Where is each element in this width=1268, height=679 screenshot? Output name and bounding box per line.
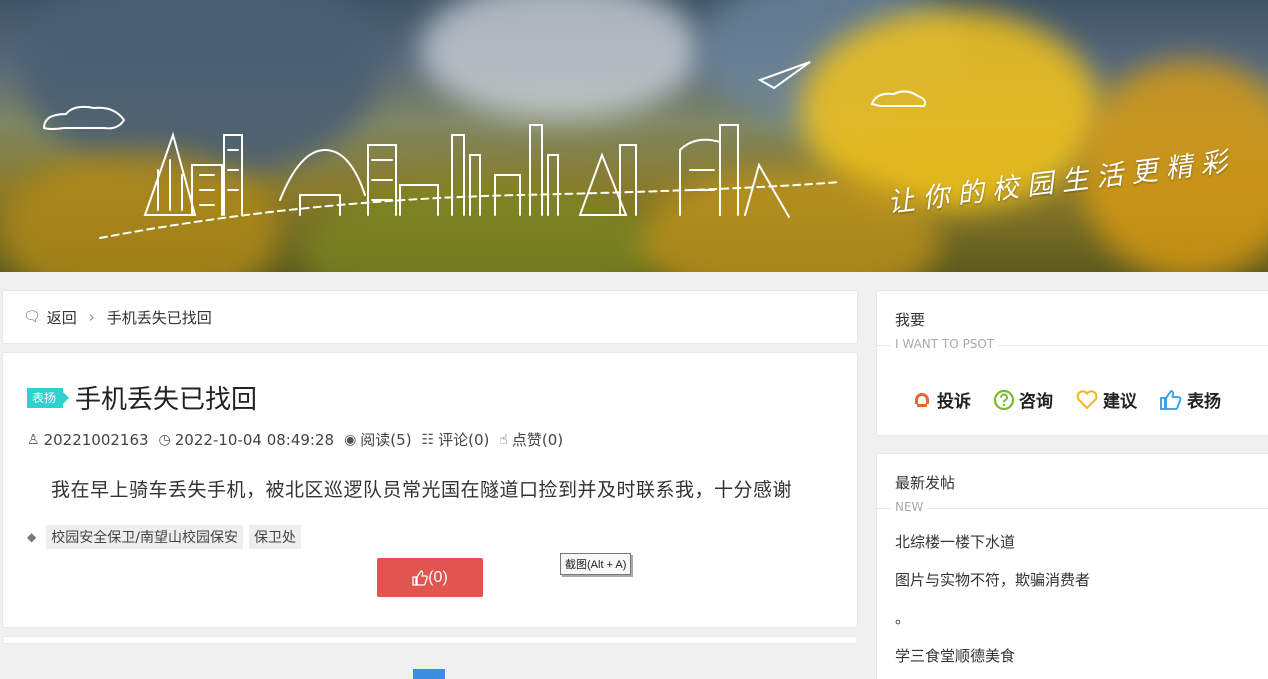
chat-bubble-icon: 🗨︎: [23, 309, 41, 325]
consult-button[interactable]: 咨询: [993, 387, 1053, 412]
pagination-current[interactable]: [413, 669, 445, 679]
post-meta: ♙ 20221002163 ◷ 2022-10-04 08:49:28 ◉ 阅读(5)…: [27, 429, 563, 450]
praise-button[interactable]: 表扬: [1159, 387, 1221, 412]
list-item[interactable]: 学三食堂顺德美食: [895, 646, 1090, 679]
heart-icon: [1076, 389, 1098, 409]
list-item[interactable]: 。: [895, 608, 1090, 646]
panel-subtitle: NEW: [891, 500, 928, 514]
want-to-post-panel: 我要 I WANT TO PSOT 投诉 咨询 建议 表扬: [876, 290, 1268, 436]
thumbs-up-icon: [1160, 389, 1182, 410]
tag-item[interactable]: 校园安全保卫/南望山校园保安: [46, 525, 243, 549]
panel-title: 最新发帖: [895, 474, 956, 492]
list-item[interactable]: 北综楼一楼下水道: [895, 532, 1090, 570]
suggest-button[interactable]: 建议: [1075, 387, 1137, 412]
question-icon: [993, 389, 1015, 410]
post-card: 表扬 手机丢失已找回 ♙ 20221002163 ◷ 2022-10-04 08:4…: [2, 352, 858, 628]
post-title-row: 表扬 手机丢失已找回: [27, 379, 257, 416]
complaint-icon: [915, 392, 929, 407]
post-content: 我在早上骑车丢失手机，被北区巡逻队员常光国在隧道口捡到并及时联系我，十分感谢: [51, 479, 793, 501]
post-tags: ◆ 校园安全保卫/南望山校园保安 保卫处: [27, 525, 301, 549]
like-count: (0): [428, 568, 448, 586]
panel-subtitle: I WANT TO PSOT: [891, 337, 999, 351]
post-comments[interactable]: 评论(0): [438, 429, 489, 450]
clock-icon: ◷: [158, 431, 171, 448]
breadcrumb: 🗨︎ 返回 › 手机丢失已找回: [2, 290, 858, 344]
city-sketch-illustration: [42, 61, 927, 239]
post-type-badge: 表扬: [27, 387, 70, 408]
panel-title: 我要: [895, 311, 926, 329]
post-reads: 阅读(5): [360, 431, 412, 449]
post-likes[interactable]: 点赞(0): [512, 429, 563, 450]
tag-item[interactable]: 保卫处: [248, 525, 301, 549]
eye-icon: ◉: [344, 431, 357, 448]
header-banner: 让你的校园生活更精彩: [0, 0, 1268, 272]
user-icon: ♙: [27, 431, 40, 448]
back-link[interactable]: 返回: [47, 307, 77, 328]
screenshot-tooltip: 截图(Alt + A): [560, 553, 632, 575]
complaint-button[interactable]: 投诉: [911, 387, 971, 412]
post-author: 20221002163: [43, 430, 149, 449]
list-item[interactable]: 图片与实物不符，欺骗消费者: [895, 570, 1090, 608]
like-button[interactable]: (0): [377, 558, 483, 597]
post-datetime: 2022-10-04 08:49:28: [174, 430, 335, 449]
comment-icon: ☷: [421, 431, 435, 448]
breadcrumb-current: 手机丢失已找回: [106, 308, 212, 327]
tag-icon: ◆: [27, 530, 37, 544]
thumbs-up-icon: ☝: [499, 431, 508, 448]
chevron-right-icon: ›: [88, 308, 95, 326]
latest-posts-panel: 最新发帖 NEW 北综楼一楼下水道 图片与实物不符，欺骗消费者 。 学三食堂顺德…: [876, 453, 1268, 679]
comment-area-strip: [2, 636, 858, 644]
post-title: 手机丢失已找回: [75, 385, 258, 415]
latest-posts-list: 北综楼一楼下水道 图片与实物不符，欺骗消费者 。 学三食堂顺德美食: [895, 532, 1090, 679]
thumbs-up-icon: [412, 569, 429, 586]
